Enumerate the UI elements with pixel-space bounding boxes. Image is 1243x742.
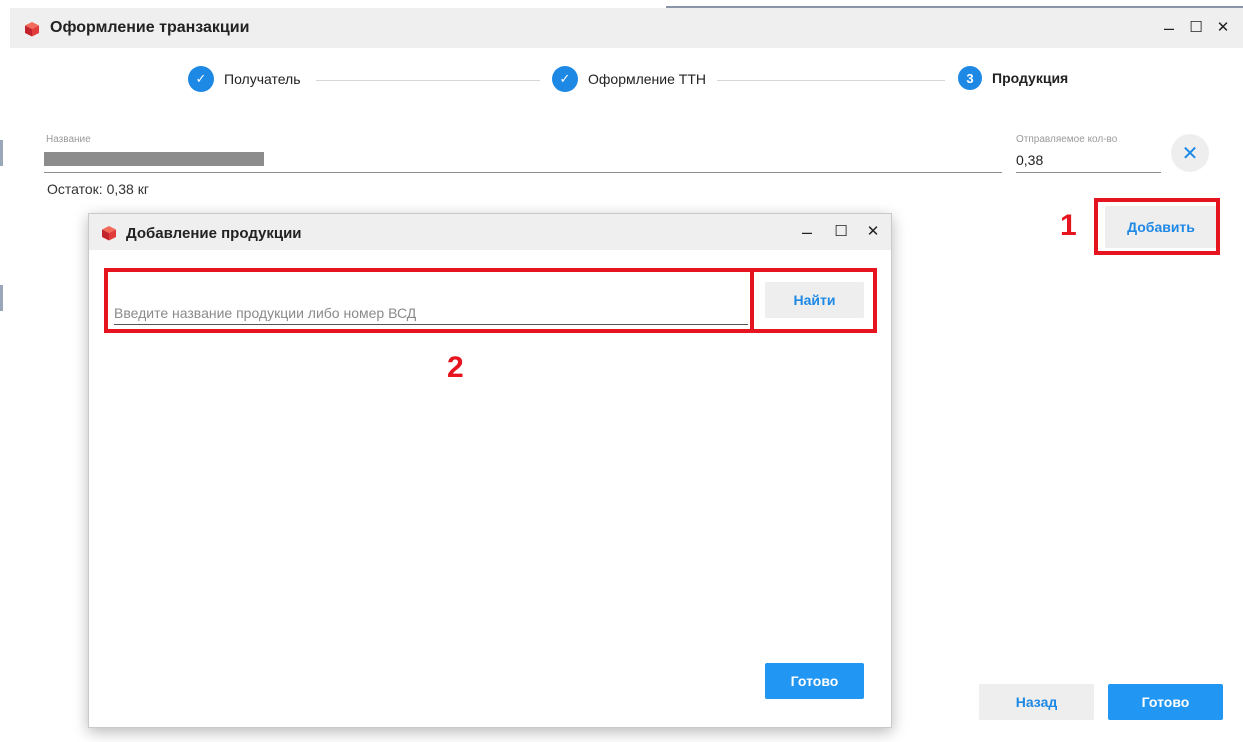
annotation-number-2: 2 bbox=[447, 351, 464, 384]
name-field-value[interactable] bbox=[44, 152, 264, 166]
edge-marker bbox=[0, 285, 3, 311]
title-bar: Оформление транзакции – ☐ ✕ bbox=[10, 8, 1243, 48]
minimize-icon[interactable]: – bbox=[1157, 14, 1181, 42]
close-icon: ✕ bbox=[1181, 142, 1199, 165]
step-products[interactable]: 3 Продукция bbox=[958, 66, 1068, 90]
qty-field-value[interactable]: 0,38 bbox=[1016, 152, 1043, 168]
close-icon[interactable]: ✕ bbox=[861, 218, 885, 246]
top-border bbox=[10, 0, 1243, 8]
qty-field-underline bbox=[1016, 172, 1161, 173]
check-circle-icon: ✓ bbox=[552, 66, 578, 92]
minimize-icon[interactable]: – bbox=[795, 218, 819, 246]
step-label: Оформление ТТН bbox=[588, 71, 707, 87]
step-label: Продукция bbox=[992, 70, 1069, 86]
name-field-label: Название bbox=[46, 134, 91, 145]
done-button[interactable]: Готово bbox=[1108, 684, 1223, 720]
step-label: Получатель bbox=[224, 71, 301, 87]
app-cube-icon bbox=[102, 226, 116, 241]
step-connector bbox=[717, 80, 945, 81]
left-edge bbox=[0, 0, 10, 742]
step-ttn[interactable]: ✓ Оформление ТТН bbox=[552, 66, 706, 92]
dialog-title: Добавление продукции bbox=[126, 225, 302, 242]
step-recipient[interactable]: ✓ Получатель bbox=[188, 66, 301, 92]
highlight-box-1 bbox=[1094, 198, 1220, 255]
window-title: Оформление транзакции bbox=[50, 19, 250, 36]
qty-field-label: Отправляемое кол-во bbox=[1016, 134, 1118, 145]
maximize-icon[interactable]: ☐ bbox=[1184, 14, 1208, 42]
step-connector bbox=[316, 80, 540, 81]
highlight-box-2-button bbox=[750, 268, 877, 333]
dialog-title-bar: Добавление продукции – ☐ ✕ bbox=[89, 214, 891, 250]
app-cube-icon bbox=[25, 22, 39, 37]
back-button[interactable]: Назад bbox=[979, 684, 1094, 720]
dialog-done-button[interactable]: Готово bbox=[765, 663, 864, 699]
close-icon[interactable]: ✕ bbox=[1211, 14, 1235, 42]
maximize-icon[interactable]: ☐ bbox=[829, 218, 853, 246]
step-number-badge: 3 bbox=[958, 66, 982, 90]
check-circle-icon: ✓ bbox=[188, 66, 214, 92]
edge-marker bbox=[0, 140, 3, 166]
clear-button[interactable]: ✕ bbox=[1171, 134, 1209, 172]
annotation-number-1: 1 bbox=[1060, 209, 1077, 242]
remainder-text: Остаток: 0,38 кг bbox=[47, 181, 149, 197]
name-field-underline bbox=[44, 172, 1002, 173]
highlight-box-2-input bbox=[104, 268, 754, 333]
